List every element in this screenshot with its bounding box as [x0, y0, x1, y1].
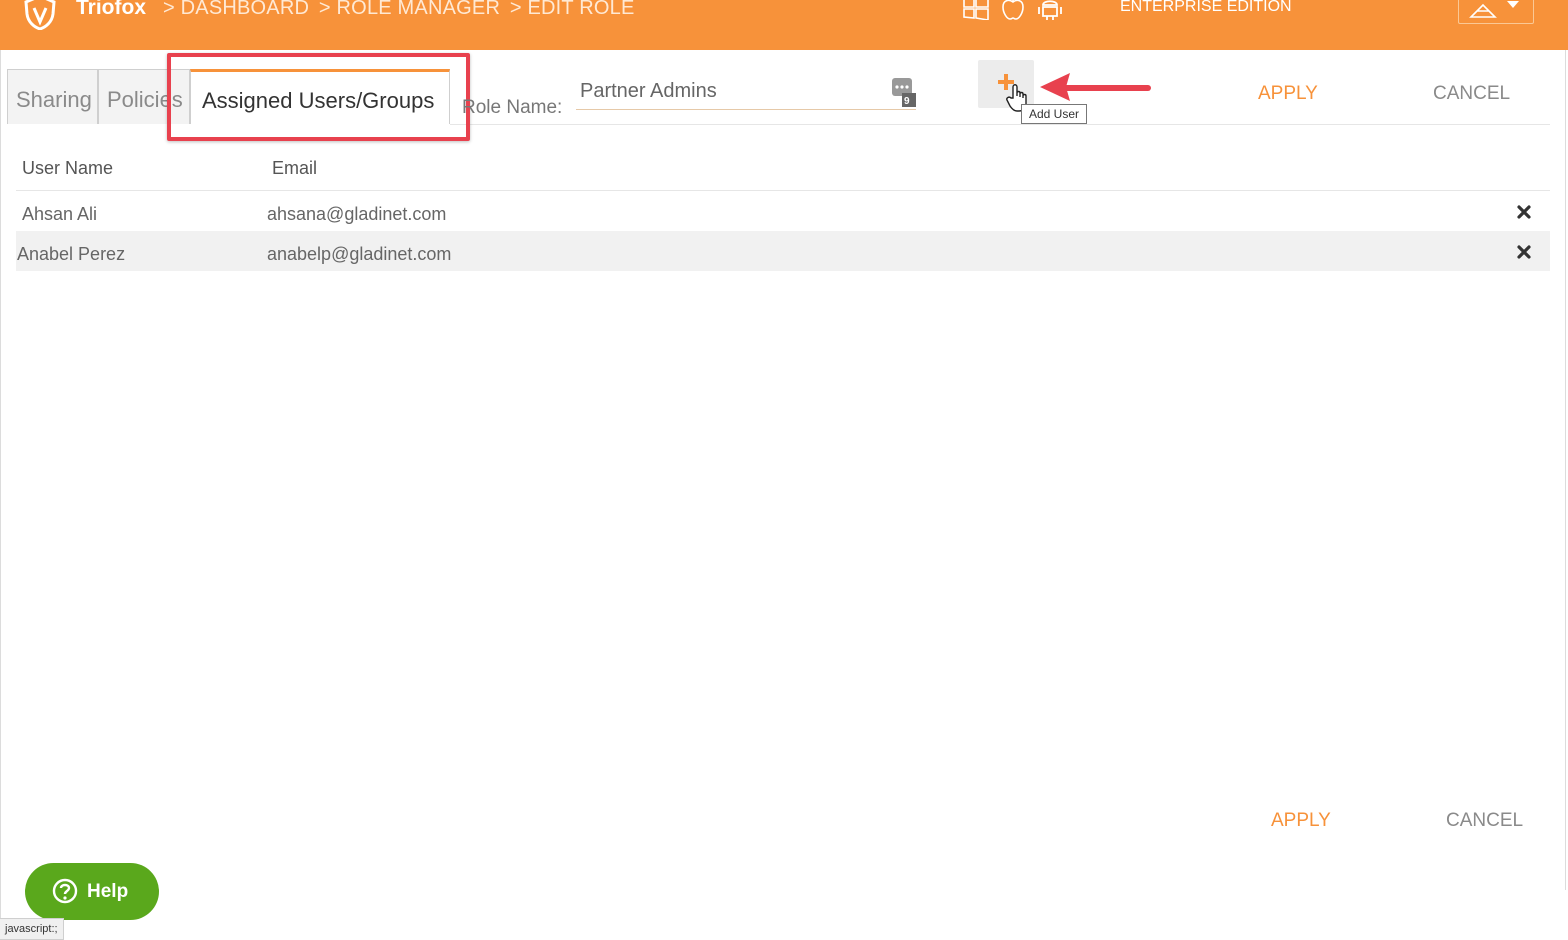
frame-border-left [0, 50, 1, 920]
top-bar: Triofox > DASHBOARD > ROLE MANAGER > EDI… [0, 0, 1568, 50]
user-avatar-icon [1469, 3, 1497, 18]
edition-label: ENTERPRISE EDITION [1120, 0, 1292, 15]
password-manager-icon[interactable]: 9 [892, 78, 916, 108]
breadcrumb-role-manager[interactable]: > ROLE MANAGER [319, 0, 500, 19]
question-mark-icon [52, 878, 78, 904]
cancel-button-top[interactable]: CANCEL [1433, 83, 1510, 105]
role-name-label: Role Name: [462, 97, 563, 118]
cancel-button-bottom[interactable]: CANCEL [1446, 810, 1523, 832]
chevron-down-icon [1507, 1, 1519, 8]
remove-user-icon[interactable] [1516, 204, 1532, 220]
client-download-icons [962, 0, 1064, 21]
user-menu-dropdown[interactable] [1458, 0, 1534, 24]
tabs-divider [450, 124, 1550, 125]
annotation-arrow-icon [1040, 73, 1151, 101]
user-name-cell: Ahsan Ali [22, 204, 98, 224]
apply-button-top[interactable]: APPLY [1258, 83, 1318, 105]
status-bar-url: javascript:; [0, 918, 64, 940]
breadcrumb-edit-role: > EDIT ROLE [509, 0, 635, 19]
table-row: Ahsan Ali ahsana@gladinet.com [16, 191, 1550, 231]
column-header-email: Email [272, 158, 318, 178]
android-icon[interactable] [1036, 0, 1064, 20]
tab-sharing[interactable]: Sharing [7, 69, 98, 124]
user-name-cell: Anabel Perez [17, 244, 126, 264]
frame-border-right [1565, 50, 1566, 890]
apply-button-bottom[interactable]: APPLY [1271, 810, 1331, 832]
breadcrumb-dashboard[interactable]: > DASHBOARD [163, 0, 309, 19]
help-label: Help [87, 881, 129, 902]
add-user-tooltip: Add User [1021, 104, 1088, 124]
table-header: User Name Email [16, 150, 1550, 191]
assigned-users-table: User Name Email Ahsan Ali ahsana@gladine… [16, 150, 1550, 271]
annotation-highlight-box [167, 53, 470, 141]
brand-name[interactable]: Triofox [76, 0, 146, 20]
svg-text:9: 9 [904, 96, 910, 107]
table-row: Anabel Perez anabelp@gladinet.com [16, 231, 1550, 271]
apple-icon[interactable] [999, 0, 1027, 20]
email-cell: anabelp@gladinet.com [267, 244, 452, 264]
windows-icon[interactable] [962, 0, 990, 21]
triofox-logo-icon[interactable] [22, 0, 58, 30]
remove-user-icon[interactable] [1516, 244, 1532, 260]
email-cell: ahsana@gladinet.com [267, 204, 447, 224]
role-name-input[interactable] [576, 73, 916, 110]
column-header-user-name: User Name [22, 158, 114, 178]
breadcrumb: > DASHBOARD > ROLE MANAGER > EDIT ROLE [163, 0, 639, 20]
